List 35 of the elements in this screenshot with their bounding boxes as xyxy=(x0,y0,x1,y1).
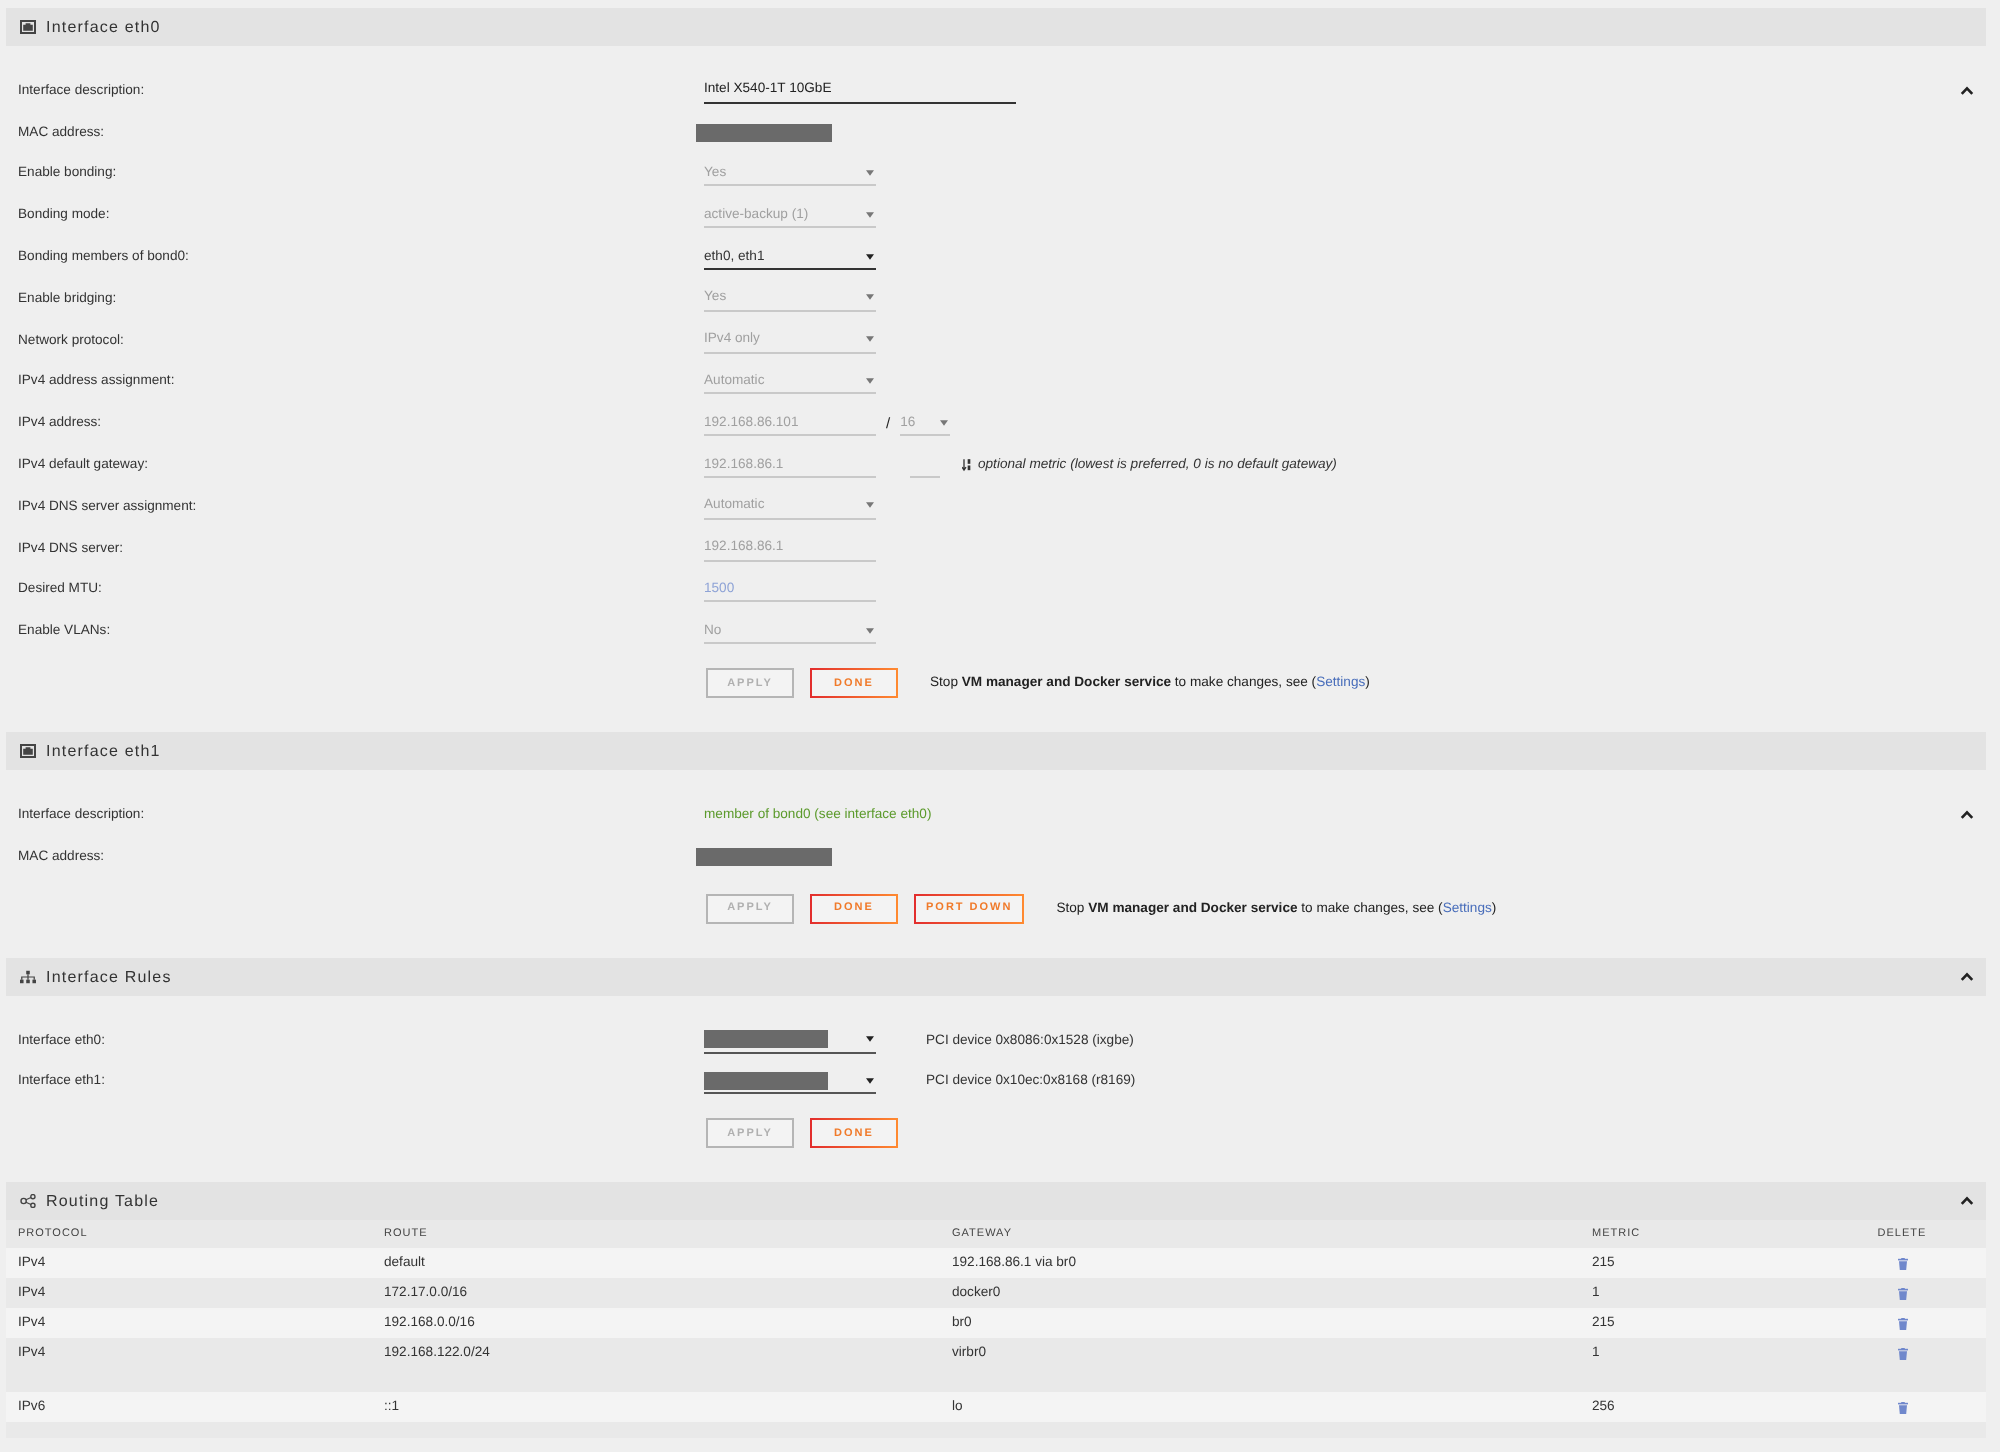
section-title: Interface eth1 xyxy=(46,742,161,761)
caret-icon xyxy=(866,1036,874,1043)
caret-icon xyxy=(866,1077,874,1084)
section-title: Interface eth0 xyxy=(46,18,161,36)
sort-icon xyxy=(962,458,972,473)
trash-icon[interactable] xyxy=(1897,1317,1907,1330)
caret-icon xyxy=(866,627,874,634)
chevron-up-icon[interactable] xyxy=(1960,971,1974,982)
redacted-block xyxy=(704,1071,828,1090)
hierarchy-icon xyxy=(20,969,36,984)
trash-icon[interactable] xyxy=(1897,1347,1907,1360)
caret-icon xyxy=(866,377,874,384)
network-port-icon xyxy=(20,744,36,759)
share-nodes-icon xyxy=(20,1194,36,1209)
network-port-icon xyxy=(20,20,36,34)
redacted-block xyxy=(696,123,832,142)
trash-icon[interactable] xyxy=(1897,1401,1907,1414)
redacted-block xyxy=(696,847,832,866)
trash-icon[interactable] xyxy=(1897,1287,1907,1300)
caret-icon xyxy=(866,169,874,176)
dropdown[interactable] xyxy=(704,1027,876,1054)
chevron-up-icon[interactable] xyxy=(1960,85,1974,96)
section-title: Routing Table xyxy=(46,1192,160,1211)
caret-icon xyxy=(866,253,874,260)
chevron-up-icon[interactable] xyxy=(1960,810,1974,821)
redacted-block xyxy=(704,1030,828,1049)
trash-icon[interactable] xyxy=(1897,1257,1907,1270)
section-title: Interface Rules xyxy=(46,967,172,986)
caret-icon xyxy=(866,211,874,218)
caret-icon xyxy=(866,336,874,343)
caret-icon xyxy=(866,502,874,509)
caret-icon xyxy=(940,419,949,426)
dropdown[interactable] xyxy=(704,1068,876,1095)
chevron-up-icon[interactable] xyxy=(1960,1196,1974,1207)
caret-icon xyxy=(866,294,874,301)
